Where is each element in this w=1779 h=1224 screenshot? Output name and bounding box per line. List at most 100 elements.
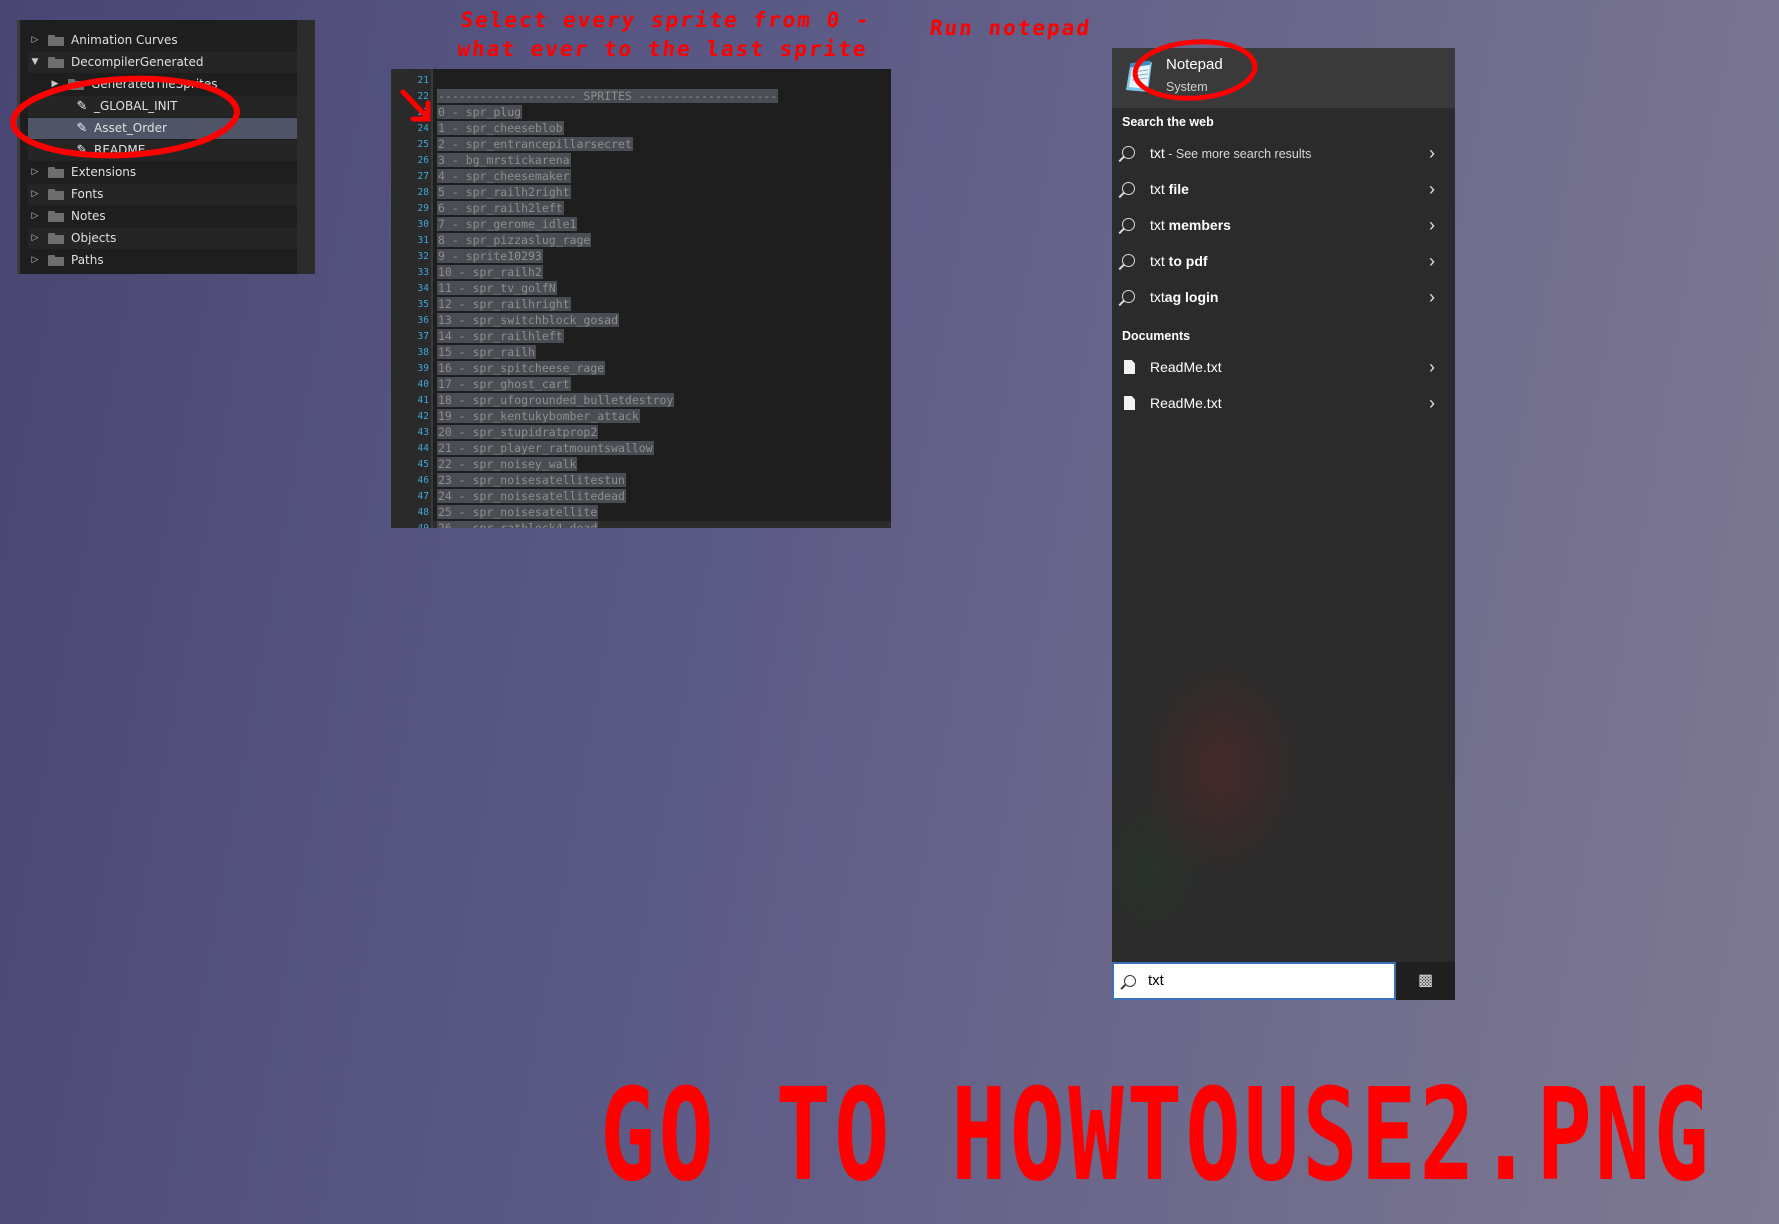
web-result-completion: file [1164,181,1189,197]
code-line-text: 10 - spr_railh2 [437,265,543,279]
tree-item-label: Fonts [71,187,104,201]
code-line[interactable]: 15 - spr_railh [437,345,536,360]
tree-item[interactable]: ▶ GeneratedTileSprites [28,74,297,95]
code-line[interactable]: 0 - spr_plug [437,105,523,120]
collapsed-caret-icon[interactable]: ▷ [28,228,42,249]
web-result-item[interactable]: txt to pdf › [1112,244,1455,278]
chevron-right-icon[interactable]: › [1429,208,1435,242]
code-line[interactable]: 14 - spr_railhleft [437,329,564,344]
document-result-item[interactable]: ReadMe.txt › [1112,350,1455,384]
tree-item[interactable]: ▷ Fonts [28,184,297,205]
chevron-right-icon[interactable]: › [1429,350,1435,384]
code-line[interactable]: 22 - spr_noisey_walk [437,457,578,472]
tree-item[interactable]: ✎ Asset_Order [28,118,297,139]
line-number-gutter: 21 22 23 24 25 26 27 28 29 30 31 32 33 34 35 36 37 38 39 40… [391,69,433,528]
collapsed-caret-icon[interactable]: ▷ [28,162,42,183]
code-line[interactable]: 23 - spr_noisesatellitestun [437,473,626,488]
line-number: 47 [417,491,429,502]
line-number: 31 [417,235,429,246]
code-line-text: 25 - spr_noisesatellite [437,505,599,519]
tree-item[interactable]: ▷ Objects [28,228,297,249]
web-result-completion: ag login [1164,289,1219,305]
code-line[interactable]: 1 - spr_cheeseblob [437,121,564,136]
tree-item[interactable]: ▷ Extensions [28,162,297,183]
collapsed-caret-icon[interactable]: ▷ [28,250,42,271]
document-result-item[interactable]: ReadMe.txt › [1112,386,1455,420]
collapsed-caret-icon[interactable]: ▷ [28,206,42,227]
folder-icon [48,167,65,178]
tree-item-label: _GLOBAL_INIT [94,99,178,113]
line-number: 48 [417,507,429,518]
code-line[interactable]: 4 - spr_cheesemaker [437,169,571,184]
folder-icon [48,35,65,46]
tree-item[interactable]: ▼ DecompilerGenerated [28,52,297,73]
search-icon [1122,182,1135,195]
collapsed-caret-icon[interactable]: ▷ [28,184,42,205]
code-line-text: 21 - spr_player_ratmountswallow [437,441,654,455]
code-line[interactable]: 20 - spr_stupidratprop2 [437,425,599,440]
web-result-item[interactable]: txt file › [1112,172,1455,206]
code-line[interactable]: 19 - spr_kentukybomber_attack [437,409,640,424]
chevron-right-icon[interactable]: › [1429,136,1435,170]
folder-icon [48,233,65,244]
code-line[interactable]: 5 - spr_railh2right [437,185,571,200]
web-result-item[interactable]: txtag login › [1112,280,1455,314]
code-line[interactable]: 3 - bg_mrstickarena [437,153,571,168]
web-result-suffix: - See more search results [1164,147,1312,161]
chevron-right-icon[interactable]: › [1429,386,1435,420]
code-line-text: 8 - spr_pizzaslug_rage [437,233,592,247]
web-result-item[interactable]: txt - See more search results › [1112,136,1455,170]
code-line[interactable]: 17 - spr_ghost_cart [437,377,571,392]
search-input[interactable] [1148,972,1378,989]
tree-item-label: Paths [71,253,104,267]
code-line-text: 13 - spr_switchblock_gosad [437,313,620,327]
code-line-text: 20 - spr_stupidratprop2 [437,425,599,439]
code-line[interactable]: 7 - spr_gerome_idle1 [437,217,578,232]
code-line[interactable]: 18 - spr_ufogrounded_bulletdestroy [437,393,675,408]
code-line[interactable]: 6 - spr_railh2left [437,201,564,216]
line-number: 34 [417,283,429,294]
code-line[interactable]: -------------------- SPRITES -----------… [437,89,779,104]
search-icon [1122,254,1135,267]
code-line[interactable]: 25 - spr_noisesatellite [437,505,599,520]
search-icon [1122,146,1135,159]
code-line[interactable]: 9 - sprite10293 [437,249,543,264]
code-line[interactable]: 21 - spr_player_ratmountswallow [437,441,654,456]
search-box[interactable] [1112,962,1396,1000]
code-editor[interactable]: 21 22 23 24 25 26 27 28 29 30 31 32 33 34 35 36 37 38 39 40… [391,69,891,528]
web-section-heading: Search the web [1122,115,1214,129]
asset-tree-panel: ▷ Animation Curves ▼ DecompilerGenerated ▶ Ge… [17,20,315,274]
chevron-right-icon[interactable]: › [1429,280,1435,314]
chevron-right-icon[interactable]: › [1429,172,1435,206]
tree-item[interactable]: ▷ Paths [28,250,297,271]
code-line[interactable]: 8 - spr_pizzaslug_rage [437,233,592,248]
code-line[interactable]: 16 - spr_spitcheese_rage [437,361,606,376]
expanded-caret-icon[interactable]: ▼ [28,52,42,73]
tree-item[interactable]: ▷ Animation Curves [28,30,297,51]
task-view-button[interactable]: ▩ [1396,962,1455,1000]
collapsed-caret-icon[interactable]: ▷ [28,30,42,51]
annotation-select-sprites: Select every sprite from 0 - what ever t… [456,6,872,64]
annotation-run-notepad: Run notepad [928,16,1093,40]
tree-item-label: Extensions [71,165,137,179]
code-line-text: 16 - spr_spitcheese_rage [437,361,606,375]
tree-item[interactable]: ▷ Notes [28,206,297,227]
code-line[interactable]: 10 - spr_railh2 [437,265,543,280]
code-line-text: 18 - spr_ufogrounded_bulletdestroy [437,393,675,407]
collapsed-caret-icon[interactable]: ▶ [48,74,62,95]
tree-item[interactable]: ✎ _GLOBAL_INIT [28,96,297,117]
tree-item[interactable]: ✎ README [28,140,297,161]
best-match-notepad[interactable]: Notepad System [1112,48,1455,108]
documents-section-heading: Documents [1122,329,1191,343]
chevron-right-icon[interactable]: › [1429,244,1435,278]
web-result-item[interactable]: txt members › [1112,208,1455,242]
code-line[interactable]: 24 - spr_noisesatellitedead [437,489,626,504]
code-line[interactable]: 12 - spr_railhright [437,297,571,312]
code-line[interactable]: 26 - spr_ratblock4_dead [437,521,599,528]
notepad-icon [1126,60,1152,92]
code-line[interactable]: 2 - spr_entrancepillarsecret [437,137,633,152]
code-line[interactable]: 11 - spr_tv_golfN [437,281,557,296]
code-line[interactable]: 13 - spr_switchblock_gosad [437,313,620,328]
line-number: 43 [417,427,429,438]
web-result-completion: members [1164,217,1231,233]
